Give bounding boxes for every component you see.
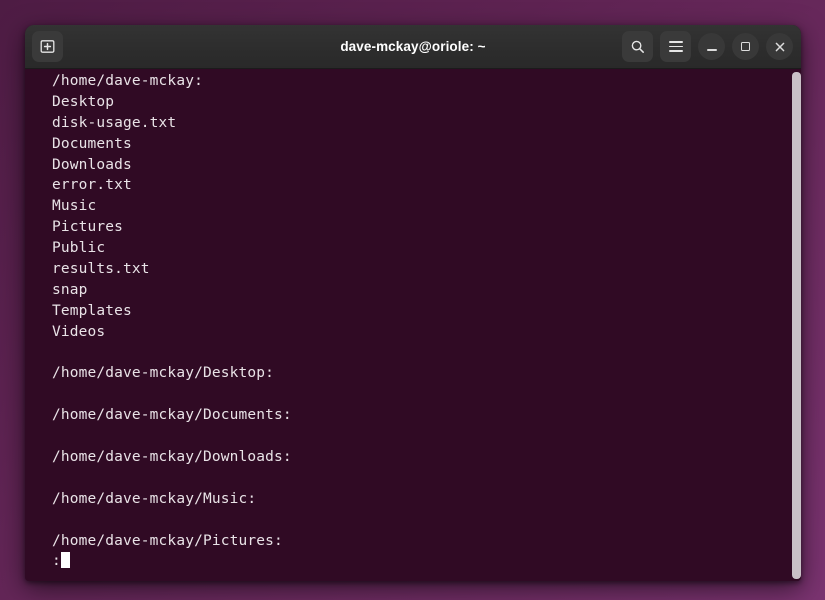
terminal-scrollbar[interactable] [792,69,801,581]
terminal-line: error.txt [52,175,779,196]
new-tab-icon [40,39,55,54]
maximize-icon [741,42,750,51]
terminal-line: Desktop [52,92,779,113]
terminal-line: Music [52,196,779,217]
terminal-line: Videos [52,322,779,343]
desktop-background: dave-mckay@oriole: ~ [0,0,825,600]
terminal-line: Public [52,238,779,259]
terminal-line: /home/dave-mckay/Desktop: [52,363,779,384]
minimize-icon [707,49,717,51]
terminal-line [52,384,779,405]
hamburger-menu-icon [669,41,683,52]
terminal-line: Templates [52,301,779,322]
terminal-line: /home/dave-mckay/Documents: [52,405,779,426]
maximize-button[interactable] [732,33,759,60]
terminal-window: dave-mckay@oriole: ~ [25,25,801,581]
text-cursor [61,552,70,568]
titlebar-left-controls [32,31,63,62]
pager-prompt: : [52,553,61,569]
close-icon [774,41,786,53]
terminal-line [52,343,779,364]
titlebar-right-controls [622,31,793,62]
terminal-line: Documents [52,134,779,155]
terminal-line: Downloads [52,155,779,176]
terminal-line: snap [52,280,779,301]
search-icon [630,39,645,54]
terminal-line [52,426,779,447]
terminal-scrollbar-thumb[interactable] [792,72,801,579]
terminal-line: Pictures [52,217,779,238]
window-titlebar[interactable]: dave-mckay@oriole: ~ [25,25,801,69]
terminal-line: /home/dave-mckay/Music: [52,489,779,510]
terminal-line: /home/dave-mckay/Pictures: [52,531,779,552]
terminal-output-area[interactable]: /home/dave-mckay:Desktopdisk-usage.txtDo… [25,69,801,581]
search-button[interactable] [622,31,653,62]
pager-prompt-line: : [52,551,779,572]
close-button[interactable] [766,33,793,60]
menu-button[interactable] [660,31,691,62]
terminal-line: results.txt [52,259,779,280]
terminal-text: /home/dave-mckay:Desktopdisk-usage.txtDo… [52,71,779,572]
terminal-line: /home/dave-mckay: [52,71,779,92]
terminal-line: /home/dave-mckay/Downloads: [52,447,779,468]
new-tab-button[interactable] [32,31,63,62]
terminal-line: disk-usage.txt [52,113,779,134]
terminal-line [52,468,779,489]
terminal-line [52,510,779,531]
minimize-button[interactable] [698,33,725,60]
